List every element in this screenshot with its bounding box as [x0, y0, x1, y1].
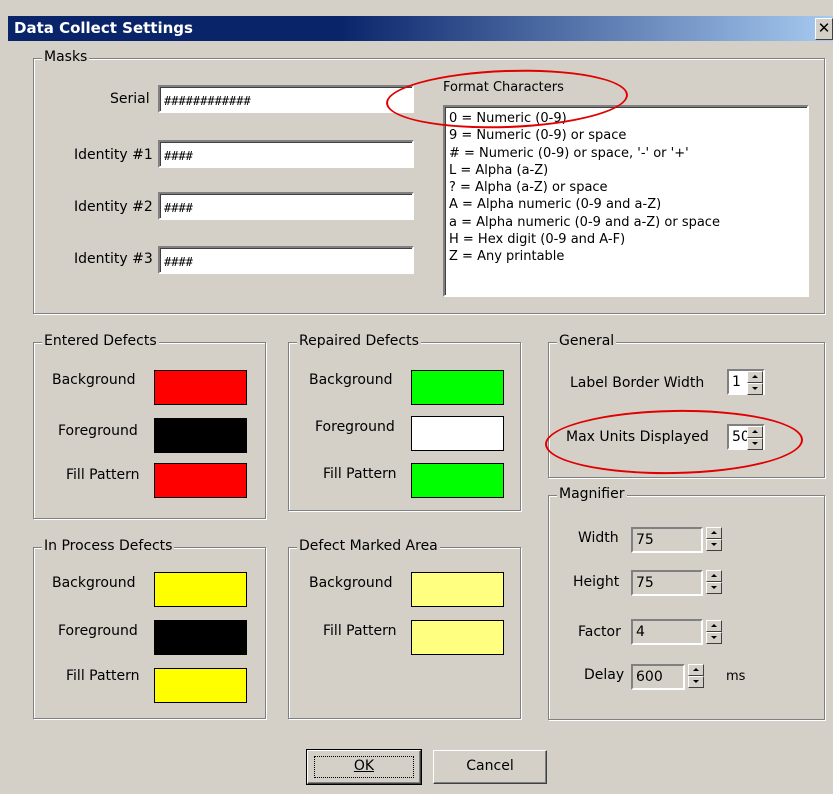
entered-background-swatch[interactable]: [154, 370, 247, 405]
magnifier-height-up-button[interactable]: [706, 570, 722, 582]
format-line: A = Alpha numeric (0-9 and a-Z): [449, 197, 662, 213]
label-border-width-label: Label Border Width: [570, 375, 705, 391]
format-line: L = Alpha (a-Z): [449, 162, 549, 178]
identity3-mask-input[interactable]: ####: [158, 246, 414, 274]
magnifier-height-label: Height: [573, 574, 620, 590]
magnifier-factor-label: Factor: [578, 624, 621, 640]
format-line: ? = Alpha (a-Z) or space: [449, 180, 608, 196]
magnifier-width-up-button[interactable]: [706, 527, 722, 539]
magnifier-delay-unit: ms: [726, 669, 746, 684]
format-line: 9 = Numeric (0-9) or space: [449, 128, 627, 144]
cancel-button[interactable]: Cancel: [433, 750, 547, 784]
marked-background-label: Background: [309, 575, 393, 591]
title-bar[interactable]: Data Collect Settings ✕: [8, 16, 833, 41]
marked-background-swatch[interactable]: [411, 572, 504, 607]
identity2-label: Identity #2: [74, 199, 153, 215]
repaired-foreground-label: Foreground: [315, 419, 395, 435]
entered-defects-title: Entered Defects: [42, 333, 159, 349]
repaired-foreground-swatch[interactable]: [411, 416, 504, 451]
magnifier-width-down-button[interactable]: [706, 539, 722, 551]
repaired-fill-label: Fill Pattern: [323, 466, 397, 482]
in-process-background-label: Background: [52, 575, 136, 591]
magnifier-delay-down-button[interactable]: [688, 676, 704, 688]
format-line: # = Numeric (0-9) or space, '-' or '+': [449, 145, 689, 161]
ok-button[interactable]: OK: [306, 749, 422, 785]
data-collect-settings-dialog: Data Collect Settings ✕ Masks Serial ###…: [0, 0, 833, 794]
repaired-background-swatch[interactable]: [411, 370, 504, 405]
repaired-defects-title: Repaired Defects: [297, 333, 421, 349]
entered-fill-label: Fill Pattern: [66, 467, 140, 483]
magnifier-factor-up-button[interactable]: [706, 620, 722, 632]
in-process-foreground-label: Foreground: [58, 623, 138, 639]
window-title: Data Collect Settings: [14, 19, 193, 37]
magnifier-delay-label: Delay: [584, 667, 625, 683]
identity1-label: Identity #1: [74, 147, 153, 163]
entered-background-label: Background: [52, 372, 136, 388]
cancel-button-label: Cancel: [466, 758, 514, 774]
serial-mask-input[interactable]: ############: [158, 85, 414, 113]
marked-fill-swatch[interactable]: [411, 620, 504, 655]
entered-foreground-swatch[interactable]: [154, 418, 247, 453]
format-characters-list: 0 = Numeric (0-9) 9 = Numeric (0-9) or s…: [443, 105, 809, 297]
serial-label: Serial: [110, 91, 150, 107]
magnifier-height-down-button[interactable]: [706, 582, 722, 594]
ok-focus-ring: [314, 756, 414, 778]
in-process-fill-swatch[interactable]: [154, 668, 247, 703]
magnifier-delay-up-button[interactable]: [688, 664, 704, 676]
format-line: a = Alpha numeric (0-9 and a-Z) or space: [449, 214, 720, 230]
label-border-width-up-button[interactable]: [747, 371, 763, 383]
identity2-mask-input[interactable]: ####: [158, 192, 414, 220]
format-line: Z = Any printable: [449, 249, 565, 265]
general-group-title: General: [557, 333, 617, 349]
in-process-background-swatch[interactable]: [154, 572, 247, 607]
format-line: H = Hex digit (0-9 and A-F): [449, 232, 626, 248]
repaired-fill-swatch[interactable]: [411, 463, 504, 498]
entered-foreground-label: Foreground: [58, 423, 138, 439]
magnifier-group-title: Magnifier: [557, 486, 627, 502]
magnifier-delay-input[interactable]: 600: [631, 664, 685, 690]
identity1-mask-input[interactable]: ####: [158, 140, 414, 168]
in-process-defects-title: In Process Defects: [42, 538, 175, 554]
magnifier-height-input[interactable]: 75: [631, 570, 703, 596]
in-process-fill-label: Fill Pattern: [66, 668, 140, 684]
marked-fill-label: Fill Pattern: [323, 623, 397, 639]
magnifier-width-input[interactable]: 75: [631, 527, 703, 553]
identity3-label: Identity #3: [74, 251, 153, 267]
defect-marked-area-title: Defect Marked Area: [297, 538, 440, 554]
in-process-foreground-swatch[interactable]: [154, 620, 247, 655]
label-border-width-down-button[interactable]: [747, 383, 763, 395]
close-icon[interactable]: ✕: [815, 18, 833, 40]
repaired-background-label: Background: [309, 372, 393, 388]
masks-group-title: Masks: [42, 49, 90, 65]
magnifier-factor-input[interactable]: 4: [631, 619, 703, 645]
magnifier-factor-down-button[interactable]: [706, 632, 722, 644]
magnifier-width-label: Width: [578, 530, 619, 546]
entered-fill-swatch[interactable]: [154, 463, 247, 498]
